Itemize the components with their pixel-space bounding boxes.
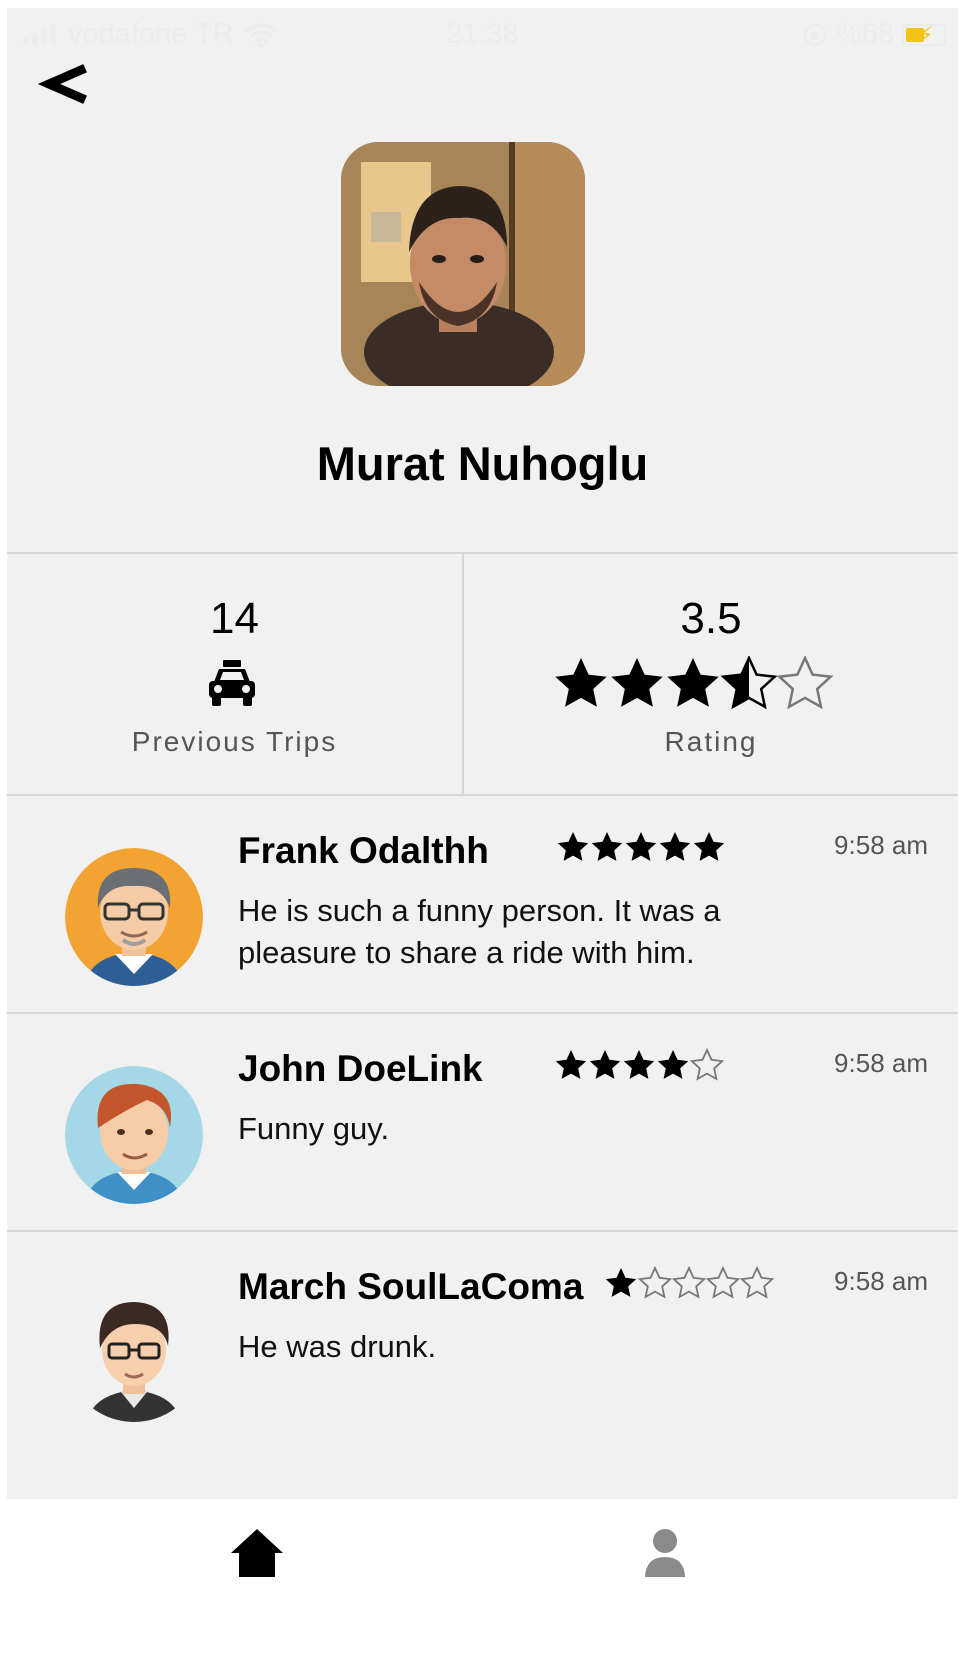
status-right: %68 ⚡ — [802, 18, 946, 51]
reviewer-name: March SoulLaComa — [238, 1266, 584, 1307]
review-text: He is such a funny person. It was a plea… — [238, 893, 721, 970]
profile-screen: vodafone TR 21:38 %68 ⚡ Murat Nuhoglu 14… — [7, 8, 958, 1591]
profile-name: Murat Nuhoglu — [316, 437, 649, 490]
tab-profile[interactable] — [640, 1527, 690, 1577]
orientation-lock-icon — [803, 23, 827, 46]
review-time: 9:58 am — [834, 1266, 928, 1296]
star-filled-icon — [589, 1050, 621, 1079]
review-time: 9:58 am — [834, 1048, 928, 1078]
star-filled-icon — [605, 1268, 637, 1297]
reviewer-avatar — [65, 848, 203, 986]
star-empty-icon — [705, 1266, 741, 1299]
rating-value: 3.5 — [680, 594, 742, 643]
review-stars — [557, 832, 725, 861]
review-text: Funny guy. — [238, 1111, 390, 1146]
battery-percent: %68 — [835, 18, 894, 50]
star-filled-icon — [623, 1050, 655, 1079]
profile-photo — [341, 142, 585, 386]
rating-label: Rating — [664, 726, 758, 757]
review-time: 9:58 am — [834, 830, 928, 860]
rating-stars — [555, 656, 834, 710]
chevron-left-icon — [37, 64, 87, 104]
review-item[interactable]: John DoeLink 9:58 am Funny guy. — [7, 1014, 958, 1232]
star-filled-icon — [555, 658, 607, 707]
star-filled-icon — [591, 832, 623, 861]
trips-stat: 14 Previous Trips — [7, 554, 462, 796]
star-filled-icon — [667, 658, 719, 707]
star-empty-icon — [776, 656, 834, 710]
review-item[interactable]: March SoulLaComa 9:58 am He was drunk. — [7, 1232, 958, 1450]
home-icon — [231, 1529, 283, 1577]
reviewer-name: Frank Odalthh — [238, 830, 489, 871]
rating-stat: 3.5 Rating — [464, 554, 958, 796]
tab-bar — [0, 1499, 965, 1671]
star-filled-icon — [659, 832, 691, 861]
review-text: He was drunk. — [238, 1329, 437, 1364]
star-filled-icon — [557, 832, 589, 861]
status-bar: vodafone TR 21:38 %68 ⚡ — [7, 8, 958, 60]
tab-home[interactable] — [229, 1527, 285, 1577]
star-filled-icon — [611, 658, 663, 707]
reviewer-avatar — [65, 1066, 203, 1204]
star-filled-icon — [555, 1050, 587, 1079]
star-empty-icon — [689, 1048, 725, 1081]
reviewer-name: John DoeLink — [238, 1048, 483, 1089]
star-empty-icon — [739, 1266, 775, 1299]
star-empty-icon — [637, 1266, 673, 1299]
review-stars — [605, 1266, 775, 1299]
star-filled-icon — [657, 1050, 689, 1079]
trips-label: Previous Trips — [131, 726, 338, 757]
taxi-icon — [209, 660, 255, 706]
reviewer-avatar — [65, 1284, 203, 1422]
star-filled-icon — [625, 832, 657, 861]
review-stars — [555, 1048, 725, 1081]
trips-count: 14 — [210, 594, 259, 643]
star-filled-icon — [693, 832, 725, 861]
back-button[interactable] — [37, 56, 93, 112]
review-item[interactable]: Frank Odalthh 9:58 am He is such a funny… — [7, 796, 958, 1014]
star-empty-icon — [671, 1266, 707, 1299]
battery-icon: ⚡ — [902, 22, 946, 47]
person-icon — [645, 1529, 685, 1577]
